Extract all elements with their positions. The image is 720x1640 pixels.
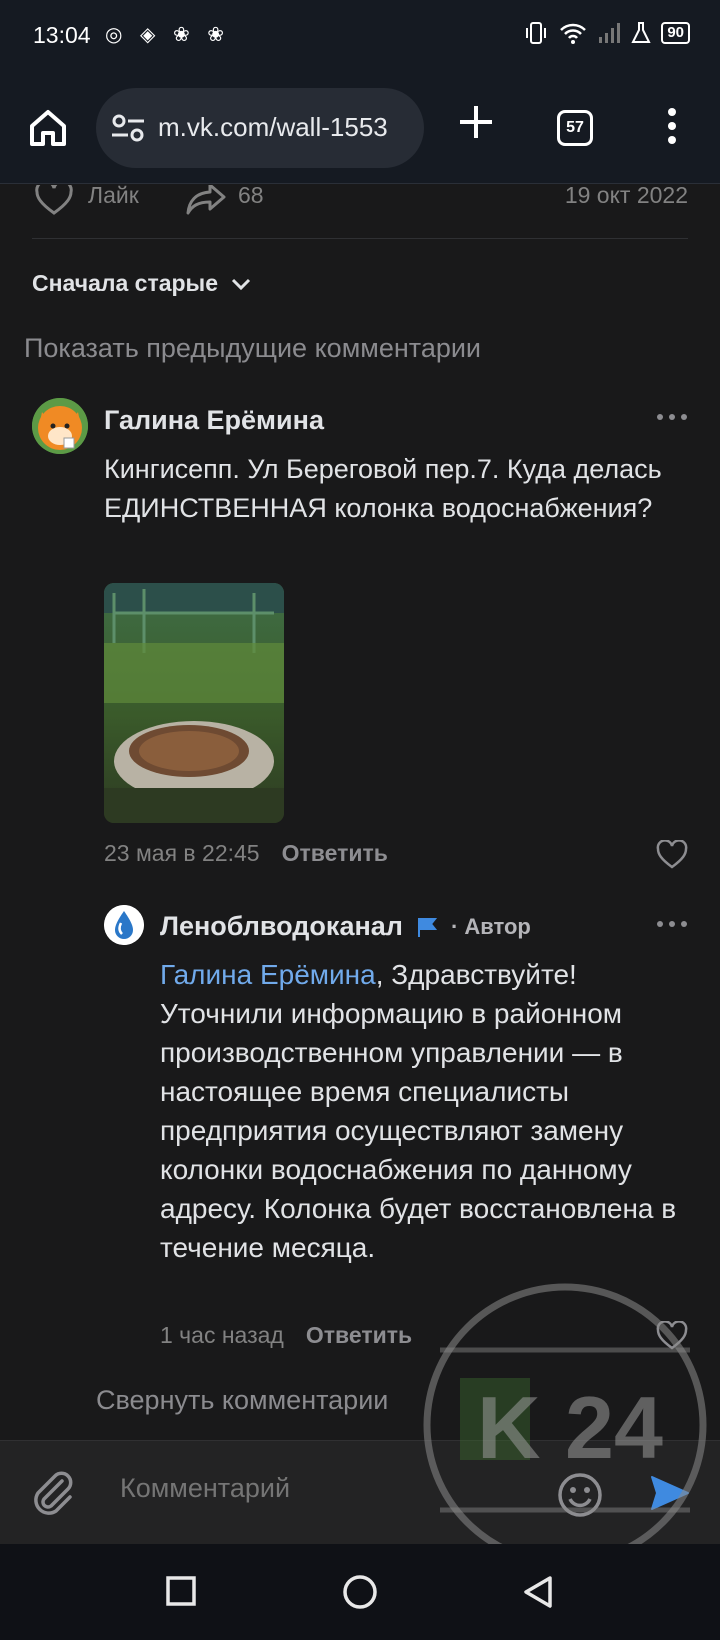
status-bar: 13:04 ◎ ◈ ❀ ❀ 90 xyxy=(0,0,720,72)
flask-icon xyxy=(631,22,651,43)
mention-link[interactable]: Галина Ерёмина xyxy=(160,959,376,990)
wifi-icon xyxy=(560,23,587,44)
recent-apps-icon[interactable] xyxy=(164,1574,198,1608)
comment-meta: 23 мая в 22:45 Ответить xyxy=(104,840,388,867)
flag-icon xyxy=(417,917,438,937)
reply-author-row: Леноблводоканал · Автор xyxy=(160,911,531,942)
more-vert-icon[interactable] xyxy=(660,104,684,148)
share-icon[interactable] xyxy=(184,185,228,217)
comment-date: 23 мая в 22:45 xyxy=(104,840,260,866)
notification-icons: ◎ ◈ ❀ ❀ xyxy=(105,24,231,46)
watermark-text: K 24 xyxy=(477,1378,663,1477)
like-heart-icon[interactable] xyxy=(34,185,74,217)
author-badge: · Автор xyxy=(450,913,531,939)
water-drop-logo-icon xyxy=(104,905,144,945)
new-tab-icon[interactable] xyxy=(456,102,496,142)
comments-feed[interactable]: Лайк 68 19 окт 2022 Сначала старые Показ… xyxy=(0,185,720,1440)
sort-dropdown[interactable]: Сначала старые xyxy=(32,270,252,297)
share-count: 68 xyxy=(238,185,264,208)
url-text[interactable]: m.vk.com/wall-1553 xyxy=(158,112,388,143)
show-previous-comments-link[interactable]: Показать предыдущие комментарии xyxy=(24,333,481,364)
reply-text: Галина Ерёмина, Здравствуйте! Уточнили и… xyxy=(160,955,705,1267)
tab-switcher-button[interactable]: 57 xyxy=(557,110,593,146)
status-indicators: 90 xyxy=(523,20,690,46)
battery-indicator: 90 xyxy=(661,22,690,44)
avatar[interactable] xyxy=(32,398,88,454)
reply-body: , Здравствуйте! Уточнили информацию в ра… xyxy=(160,959,677,1263)
heart-icon[interactable] xyxy=(656,840,688,870)
status-time: 13:04 xyxy=(33,22,91,48)
collapse-comments-link[interactable]: Свернуть комментарии xyxy=(96,1385,388,1416)
fox-avatar-icon xyxy=(32,398,88,454)
reply-meta: 1 час назад Ответить xyxy=(160,1322,412,1349)
comment-photo[interactable] xyxy=(104,583,284,823)
chevron-down-icon xyxy=(231,278,251,290)
reply-button[interactable]: Ответить xyxy=(282,840,388,867)
post-actions: Лайк 68 19 окт 2022 xyxy=(0,185,720,240)
reply-author[interactable]: Леноблводоканал xyxy=(160,911,403,942)
sort-label: Сначала старые xyxy=(32,270,218,296)
like-label[interactable]: Лайк xyxy=(88,185,139,209)
home-icon[interactable] xyxy=(26,106,70,150)
reply-date: 1 час назад xyxy=(160,1322,284,1348)
reply-button[interactable]: Ответить xyxy=(306,1322,412,1349)
vibrate-icon xyxy=(526,22,547,44)
post-date: 19 окт 2022 xyxy=(564,185,688,208)
manhole-photo-image xyxy=(104,583,284,823)
divider xyxy=(32,238,688,239)
more-horiz-icon[interactable] xyxy=(654,411,690,423)
comment-author[interactable]: Галина Ерёмина xyxy=(104,405,324,436)
reply-avatar[interactable] xyxy=(104,905,144,945)
browser-toolbar: m.vk.com/wall-1553 57 xyxy=(0,72,720,184)
signal-icon xyxy=(599,23,621,43)
address-bar[interactable]: m.vk.com/wall-1553 xyxy=(96,88,424,168)
comment-text: Кингисепп. Ул Береговой пер.7. Куда дела… xyxy=(104,454,662,523)
system-nav-bar xyxy=(0,1544,720,1640)
site-settings-icon[interactable] xyxy=(110,112,146,144)
back-icon[interactable] xyxy=(520,1574,556,1610)
attach-clip-icon[interactable] xyxy=(30,1469,76,1517)
k24-watermark-logo: K 24 xyxy=(423,1283,707,1567)
more-horiz-icon[interactable] xyxy=(654,918,690,930)
nav-home-icon[interactable] xyxy=(340,1572,380,1612)
